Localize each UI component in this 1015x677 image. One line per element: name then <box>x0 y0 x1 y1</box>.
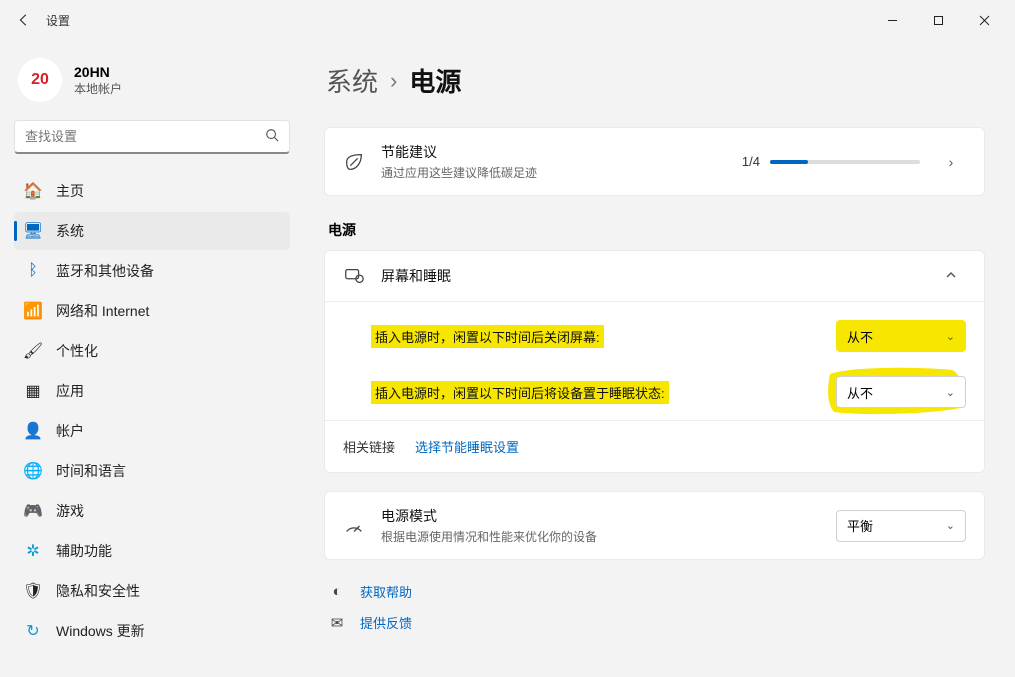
nav-system[interactable]: 🖥 系统 <box>14 212 290 250</box>
chevron-down-icon: ⌄ <box>946 519 955 532</box>
bluetooth-icon: ᛒ <box>24 262 42 280</box>
eco-title: 节能建议 <box>381 142 537 162</box>
chevron-up-icon <box>936 268 966 284</box>
brush-icon: 🖌 <box>24 342 42 360</box>
nav-label: 帐户 <box>56 421 84 441</box>
minimize-button[interactable] <box>869 4 915 36</box>
screen-off-select[interactable]: 从不 ⌄ <box>836 320 966 352</box>
nav-update[interactable]: ↻ Windows 更新 <box>14 612 290 650</box>
search-box[interactable] <box>14 120 290 154</box>
wifi-icon: 📶 <box>24 302 42 320</box>
help-icon: ◐ <box>328 583 346 601</box>
app-title: 设置 <box>46 12 70 29</box>
screen-off-label: 插入电源时，闲置以下时间后关闭屏幕: <box>371 325 604 348</box>
profile-block[interactable]: 20 20HN 本地帐户 <box>18 58 284 102</box>
nav-label: 蓝牙和其他设备 <box>56 261 154 281</box>
home-icon: 🏠 <box>24 182 42 200</box>
sleep-select[interactable]: 从不 ⌄ <box>836 376 966 408</box>
search-icon <box>265 128 279 145</box>
system-icon: 🖥 <box>24 222 42 240</box>
nav-gaming[interactable]: 🎮 游戏 <box>14 492 290 530</box>
power-mode-sub: 根据电源使用情况和性能来优化你的设备 <box>381 528 597 545</box>
nav-label: 时间和语言 <box>56 461 126 481</box>
nav-bluetooth[interactable]: ᛒ 蓝牙和其他设备 <box>14 252 290 290</box>
chevron-down-icon: ⌄ <box>946 386 955 399</box>
nav-label: 隐私和安全性 <box>56 581 140 601</box>
gaming-icon: 🎮 <box>24 502 42 520</box>
chevron-right-icon: › <box>390 68 397 94</box>
nav-label: 辅助功能 <box>56 541 112 561</box>
nav-personalize[interactable]: 🖌 个性化 <box>14 332 290 370</box>
apps-icon: ▦ <box>24 382 42 400</box>
related-links-label: 相关链接 <box>343 437 395 456</box>
section-power-label: 电源 <box>328 220 985 240</box>
screen-sleep-header[interactable]: 屏幕和睡眠 <box>325 251 984 301</box>
eco-progress-bar <box>770 160 920 164</box>
eco-card[interactable]: 节能建议 通过应用这些建议降低碳足迹 1/4 › <box>324 127 985 196</box>
nav-label: 应用 <box>56 381 84 401</box>
nav-privacy[interactable]: 🛡 隐私和安全性 <box>14 572 290 610</box>
clock-icon: 🌐 <box>24 462 42 480</box>
select-value: 平衡 <box>847 516 873 535</box>
search-input[interactable] <box>25 129 259 144</box>
breadcrumb-root[interactable]: 系统 <box>326 62 378 99</box>
nav-label: 网络和 Internet <box>56 301 149 321</box>
chevron-down-icon: ⌄ <box>946 330 955 343</box>
screen-sleep-expander: 屏幕和睡眠 插入电源时，闲置以下时间后关闭屏幕: 从不 ⌄ 插入电源时，闲置以下… <box>324 250 985 473</box>
update-icon: ↻ <box>24 622 42 640</box>
profile-logo: 20 <box>18 58 62 102</box>
nav-label: 系统 <box>56 221 84 241</box>
close-button[interactable] <box>961 4 1007 36</box>
sleep-label: 插入电源时，闲置以下时间后将设备置于睡眠状态: <box>371 381 669 404</box>
gauge-icon <box>343 515 365 537</box>
feedback-link[interactable]: ✉ 提供反馈 <box>328 613 985 632</box>
feedback-icon: ✉ <box>328 614 346 632</box>
power-mode-select[interactable]: 平衡 ⌄ <box>836 510 966 542</box>
account-icon: 👤 <box>24 422 42 440</box>
screen-sleep-title: 屏幕和睡眠 <box>381 266 451 286</box>
nav-home[interactable]: 🏠 主页 <box>14 172 290 210</box>
back-button[interactable] <box>8 4 40 36</box>
profile-subtitle: 本地帐户 <box>74 80 122 97</box>
nav-network[interactable]: 📶 网络和 Internet <box>14 292 290 330</box>
nav-accessibility[interactable]: ✲ 辅助功能 <box>14 532 290 570</box>
power-mode-title: 电源模式 <box>381 506 597 526</box>
select-value: 从不 <box>847 327 873 346</box>
nav-time[interactable]: 🌐 时间和语言 <box>14 452 290 490</box>
accessibility-icon: ✲ <box>24 542 42 560</box>
eco-sub: 通过应用这些建议降低碳足迹 <box>381 164 537 181</box>
nav-label: Windows 更新 <box>56 621 145 641</box>
chevron-right-icon: › <box>936 154 966 170</box>
breadcrumb-current: 电源 <box>409 62 461 99</box>
nav-apps[interactable]: ▦ 应用 <box>14 372 290 410</box>
related-link[interactable]: 选择节能睡眠设置 <box>415 437 519 456</box>
maximize-button[interactable] <box>915 4 961 36</box>
link-label: 获取帮助 <box>360 582 412 601</box>
nav-label: 个性化 <box>56 341 98 361</box>
shield-icon: 🛡 <box>24 582 42 600</box>
screen-icon <box>343 265 365 287</box>
breadcrumb: 系统 › 电源 <box>326 62 985 99</box>
profile-name: 20HN <box>74 64 122 80</box>
get-help-link[interactable]: ◐ 获取帮助 <box>328 582 985 601</box>
nav-label: 主页 <box>56 181 84 201</box>
link-label: 提供反馈 <box>360 613 412 632</box>
leaf-icon <box>343 151 365 173</box>
nav-accounts[interactable]: 👤 帐户 <box>14 412 290 450</box>
nav-label: 游戏 <box>56 501 84 521</box>
power-mode-card: 电源模式 根据电源使用情况和性能来优化你的设备 平衡 ⌄ <box>324 491 985 560</box>
select-value: 从不 <box>847 383 873 402</box>
eco-progress-text: 1/4 <box>742 154 760 169</box>
